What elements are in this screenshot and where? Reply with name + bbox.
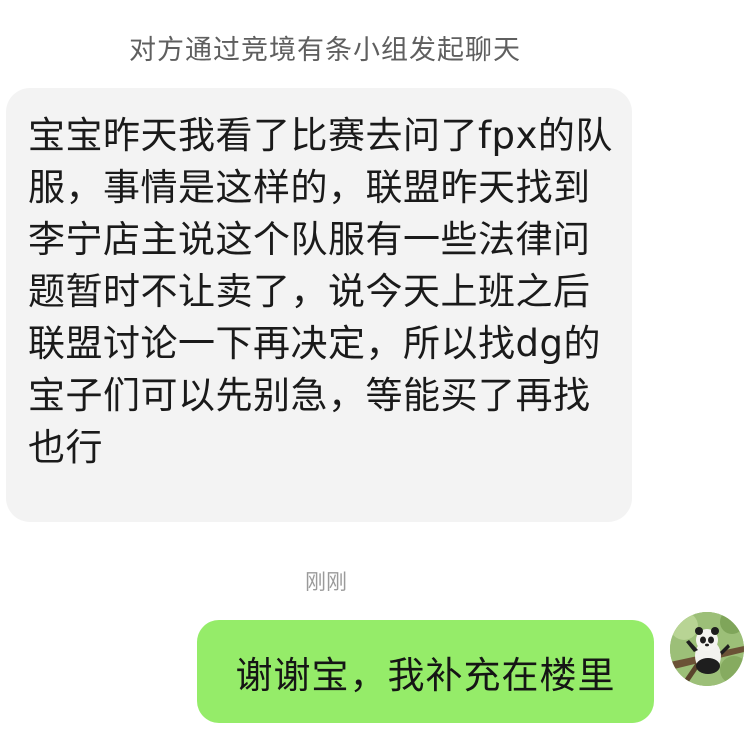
incoming-message-text: 宝宝昨天我看了比赛去问了fpx的队服，事情是这样的，联盟昨天找到李宁店主说这个队… (28, 114, 613, 469)
outgoing-message-bubble[interactable]: 谢谢宝，我补充在楼里 (197, 620, 654, 723)
outgoing-message-text: 谢谢宝，我补充在楼里 (235, 653, 616, 697)
message-timestamp: 刚刚 (305, 570, 347, 594)
chat-origin-notice: 对方通过竞境有条小组发起聊天 (129, 35, 521, 66)
user-avatar[interactable] (670, 612, 744, 686)
panda-on-branch-avatar-icon (670, 612, 744, 686)
incoming-message-bubble[interactable]: 宝宝昨天我看了比赛去问了fpx的队服，事情是这样的，联盟昨天找到李宁店主说这个队… (6, 88, 632, 522)
chat-screen: 对方通过竞境有条小组发起聊天 宝宝昨天我看了比赛去问了fpx的队服，事情是这样的… (0, 0, 750, 750)
